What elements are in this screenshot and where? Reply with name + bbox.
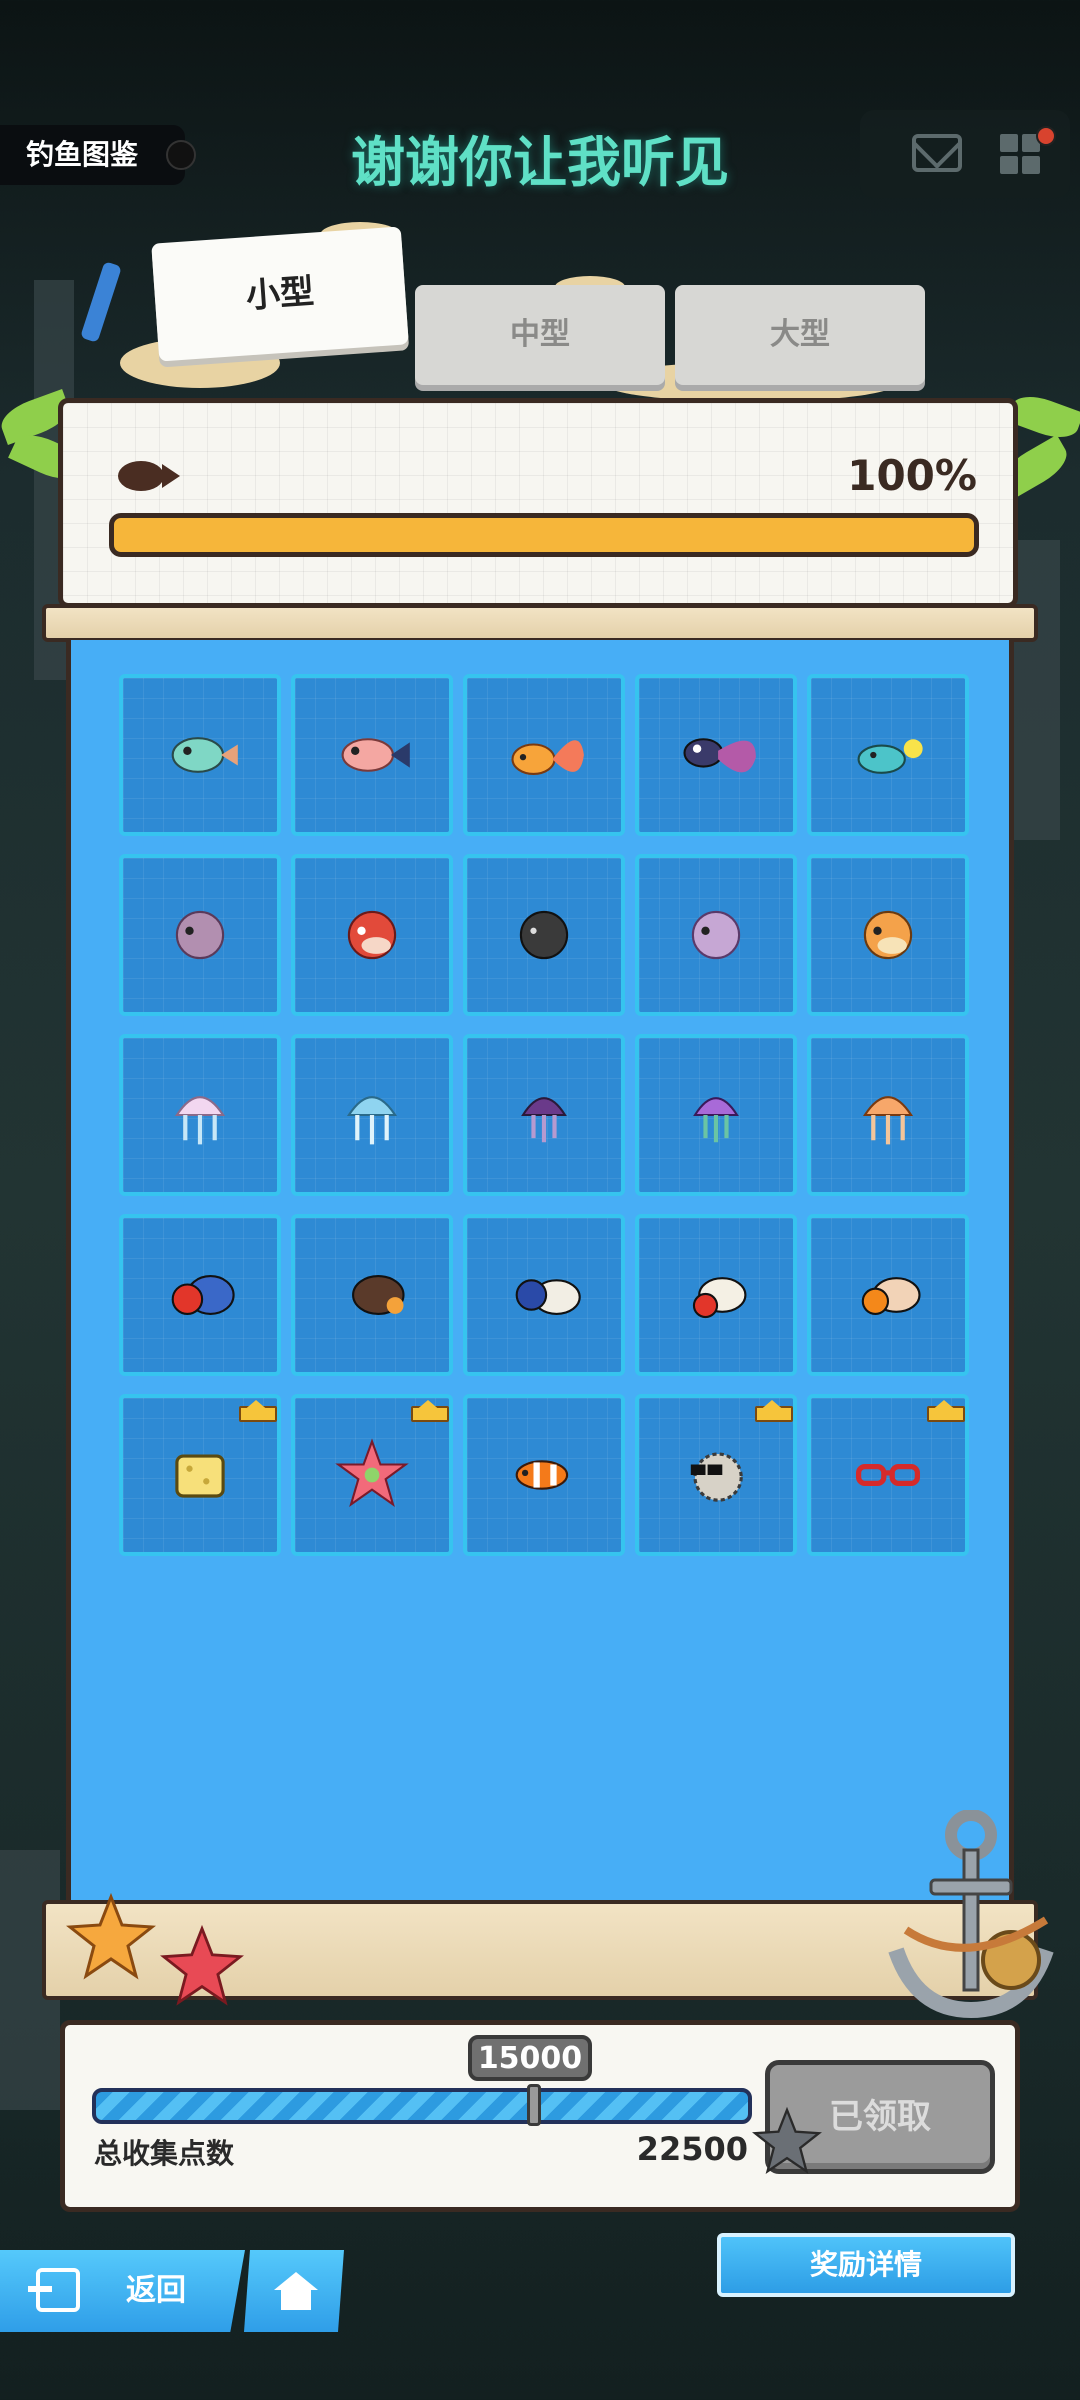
collection-slot[interactable] — [807, 674, 969, 836]
collection-slot[interactable] — [463, 1394, 625, 1556]
collection-slot[interactable] — [463, 1034, 625, 1196]
collection-slot[interactable] — [291, 1034, 453, 1196]
mail-icon[interactable] — [912, 134, 962, 172]
total-points-value: 22500 — [636, 2130, 748, 2168]
sponge-icon — [175, 1454, 225, 1498]
betta-fish-icon — [683, 738, 756, 773]
reward-threshold: 15000 — [468, 2035, 592, 2081]
collection-slot[interactable] — [463, 854, 625, 1016]
red-glasses-icon — [855, 1463, 921, 1487]
home-icon — [274, 2272, 318, 2310]
starfish-decoration — [66, 1892, 156, 1980]
collection-slot[interactable] — [291, 674, 453, 836]
collection-board — [66, 640, 1014, 1900]
dark-purple-jellyfish-icon — [521, 1097, 567, 1143]
exit-icon — [28, 2268, 80, 2312]
collection-slot[interactable] — [463, 1214, 625, 1376]
collection-slot[interactable] — [807, 1214, 969, 1376]
blue-jellyfish-icon — [346, 1096, 398, 1145]
threshold-marker — [527, 2084, 542, 2126]
black-pufferfish-icon — [519, 910, 569, 960]
sunglasses-pufferfish-icon — [690, 1452, 743, 1502]
orange-jellyfish-icon — [862, 1096, 914, 1145]
collection-slot[interactable] — [635, 1034, 797, 1196]
goldfish-icon — [511, 740, 584, 775]
collection-slot[interactable] — [291, 1394, 453, 1556]
purple-pufferfish-icon — [175, 910, 225, 960]
total-points-label: 总收集点数 — [94, 2137, 235, 2170]
blue-hermit-crab-icon — [515, 1279, 581, 1315]
brown-hermit-crab-icon — [352, 1275, 405, 1315]
fish-icon — [118, 461, 180, 491]
collection-slot[interactable] — [807, 1034, 969, 1196]
shovel-icon — [80, 261, 122, 343]
pink-spotted-fish-icon — [341, 738, 410, 772]
collection-slot[interactable] — [291, 1214, 453, 1376]
collection-slot[interactable] — [635, 1214, 797, 1376]
lilac-pufferfish-icon — [691, 910, 741, 960]
collection-slot[interactable] — [119, 674, 281, 836]
collection-slot[interactable] — [291, 854, 453, 1016]
tab-large[interactable]: 大型 — [675, 285, 925, 385]
orange-pufferfish-icon — [863, 910, 913, 960]
clownfish-icon — [515, 1460, 569, 1490]
crown-icon — [239, 1400, 277, 1422]
collection-slot[interactable] — [635, 674, 797, 836]
violet-jellyfish-icon — [693, 1097, 739, 1143]
points-progress-bar — [92, 2088, 752, 2124]
grid-menu-icon[interactable] — [1000, 134, 1042, 176]
red-pufferfish-icon — [347, 910, 397, 960]
collection-slot[interactable] — [119, 1034, 281, 1196]
collection-slot[interactable] — [119, 1394, 281, 1556]
anchor-decoration — [888, 1810, 1054, 2019]
progress-percent: 100% — [847, 451, 977, 500]
collection-slot[interactable] — [635, 1394, 797, 1556]
starfish-decoration — [160, 1924, 244, 2006]
lantern-fish-icon — [857, 739, 923, 774]
white-jellyfish-icon — [174, 1096, 226, 1145]
collection-slot[interactable] — [635, 854, 797, 1016]
collection-slot[interactable] — [807, 854, 969, 1016]
red-hermit-crab-icon — [171, 1275, 235, 1315]
starfish-decoration — [752, 2106, 822, 2175]
crown-icon — [927, 1400, 965, 1422]
crown-icon — [411, 1400, 449, 1422]
tab-medium[interactable]: 中型 — [415, 285, 665, 385]
starfish-icon — [335, 1438, 409, 1507]
collection-slot[interactable] — [807, 1394, 969, 1556]
collection-slot[interactable] — [119, 854, 281, 1016]
white-hermit-crab-icon — [692, 1277, 747, 1319]
progress-bar — [109, 513, 979, 557]
collection-slot[interactable] — [463, 674, 625, 836]
wooden-plank — [42, 604, 1038, 642]
tab-small[interactable]: 小型 — [151, 226, 409, 362]
orange-hermit-crab-icon — [861, 1277, 921, 1315]
reward-details-button[interactable]: 奖励详情 — [717, 2233, 1015, 2297]
collection-progress-panel: 100% — [58, 398, 1018, 608]
collection-slot[interactable] — [119, 1214, 281, 1376]
crown-icon — [755, 1400, 793, 1422]
notification-dot — [1036, 126, 1056, 146]
teal-fish-icon — [171, 737, 238, 773]
